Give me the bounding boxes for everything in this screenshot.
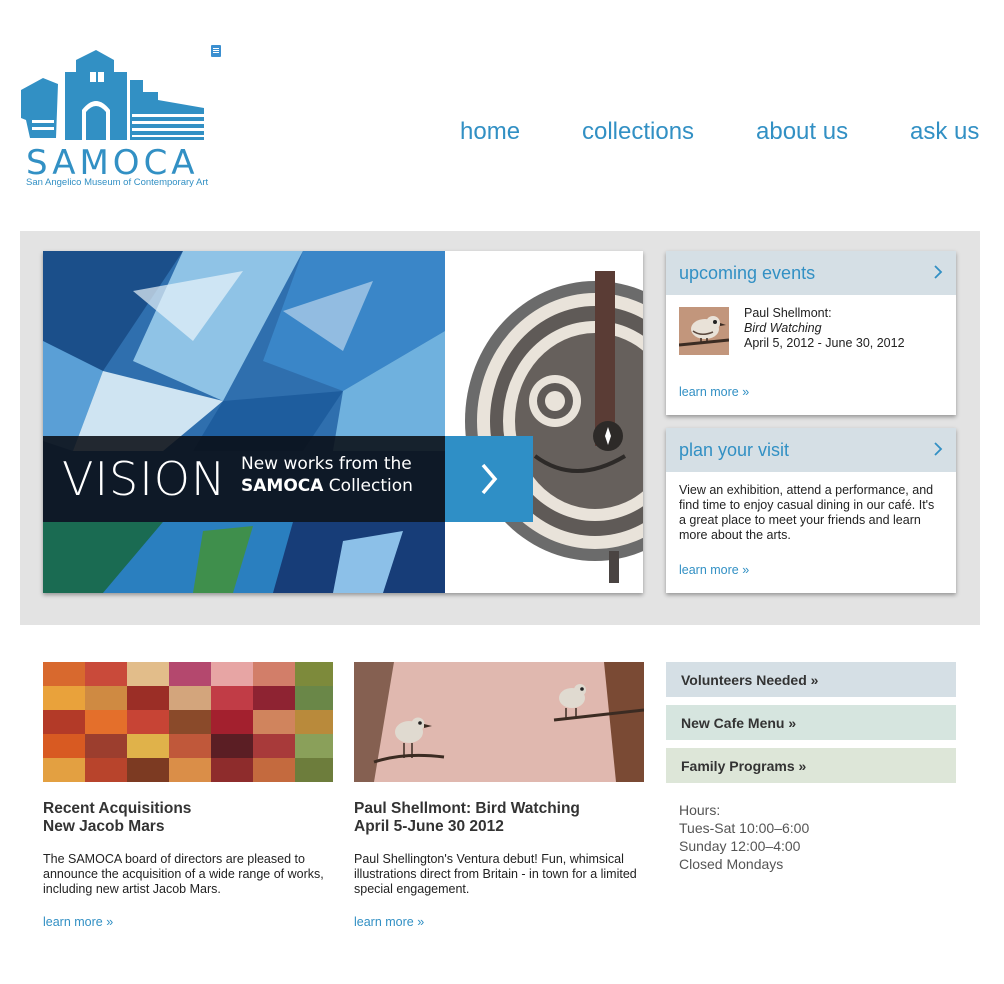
color-grid-painting [43, 662, 333, 782]
recent-acquisitions-image[interactable] [43, 662, 333, 782]
hours-closed: Closed Mondays [679, 856, 784, 872]
new-cafe-menu-link[interactable]: New Cafe Menu » [666, 705, 956, 740]
tile-title-line2: April 5-June 30 2012 [354, 818, 504, 835]
hero-mask-sculpture [445, 251, 643, 593]
opening-hours: Hours: Tues-Sat 10:00–6:00 Sunday 12:00–… [679, 801, 809, 873]
event-details: Paul Shellmont: Bird Watching April 5, 2… [744, 306, 905, 351]
acquisitions-learn-more-link[interactable]: learn more » [43, 915, 113, 929]
recent-acquisitions-heading: Recent Acquisitions New Jacob Mars [43, 800, 191, 836]
upcoming-events-card: upcoming events Paul Shellmont: Bird Wat… [666, 251, 956, 415]
hero-next-button[interactable] [445, 436, 533, 522]
chevron-right-icon [934, 442, 943, 456]
tile-title-line1: Paul Shellmont: Bird Watching [354, 800, 580, 817]
visit-learn-more-link[interactable]: learn more » [679, 563, 749, 577]
nav-about-us[interactable]: about us [756, 118, 848, 146]
logo-subtitle: San Angelico Museum of Contemporary Art [26, 177, 209, 188]
chevron-right-icon [934, 265, 943, 279]
plan-visit-card: plan your visit View an exhibition, atte… [666, 428, 956, 593]
upcoming-events-title: upcoming events [679, 263, 816, 283]
volunteers-needed-link[interactable]: Volunteers Needed » [666, 662, 956, 697]
plan-visit-body: View an exhibition, attend a performance… [666, 472, 956, 593]
nav-collections[interactable]: collections [582, 118, 694, 146]
document-icon[interactable] [211, 45, 221, 57]
events-learn-more-link[interactable]: learn more » [679, 385, 749, 399]
bird-watching-text: Paul Shellington's Ventura debut! Fun, w… [354, 852, 637, 896]
bird-painting-thumbnail[interactable] [679, 307, 729, 355]
upcoming-events-body: Paul Shellmont: Bird Watching April 5, 2… [666, 295, 956, 415]
plan-visit-text: View an exhibition, attend a performance… [679, 483, 935, 542]
hours-heading: Hours: [679, 802, 721, 818]
hero-subtitle-line2: SAMOCA Collection [241, 476, 413, 496]
bird-watching-heading: Paul Shellmont: Bird Watching April 5-Ju… [354, 800, 580, 836]
nav-home[interactable]: home [460, 118, 520, 146]
hero-caption: VISION New works from the SAMOCA Collect… [43, 436, 445, 522]
hero-subtitle-bold: SAMOCA [241, 476, 324, 496]
hero-abstract-painting [43, 251, 445, 593]
tile-title-line1: Recent Acquisitions [43, 800, 192, 817]
bird-watching-image[interactable] [354, 662, 644, 782]
hero-subtitle-rest: Collection [323, 476, 413, 496]
plan-visit-title: plan your visit [679, 440, 790, 460]
event-artist: Paul Shellmont: [744, 306, 832, 320]
hero-title: VISION [62, 452, 227, 506]
upcoming-events-header[interactable]: upcoming events [666, 251, 956, 295]
plan-visit-header[interactable]: plan your visit [666, 428, 956, 472]
event-dates: April 5, 2012 - June 30, 2012 [744, 336, 905, 350]
chevron-right-icon [481, 463, 498, 495]
recent-acquisitions-text: The SAMOCA board of directors are please… [43, 852, 324, 896]
hours-tues-sat: Tues-Sat 10:00–6:00 [679, 820, 810, 836]
nav-ask-us[interactable]: ask us [910, 118, 979, 146]
hero-subtitle-line1: New works from the [241, 454, 412, 474]
event-title: Bird Watching [744, 321, 822, 335]
hero-slider[interactable]: VISION New works from the SAMOCA Collect… [43, 251, 643, 593]
main-navigation: home collections about us ask us [0, 118, 1004, 152]
bird-watching-learn-more-link[interactable]: learn more » [354, 915, 424, 929]
hours-sunday: Sunday 12:00–4:00 [679, 838, 801, 854]
bird-painting [354, 662, 644, 782]
family-programs-link[interactable]: Family Programs » [666, 748, 956, 783]
tile-title-line2: New Jacob Mars [43, 818, 165, 835]
